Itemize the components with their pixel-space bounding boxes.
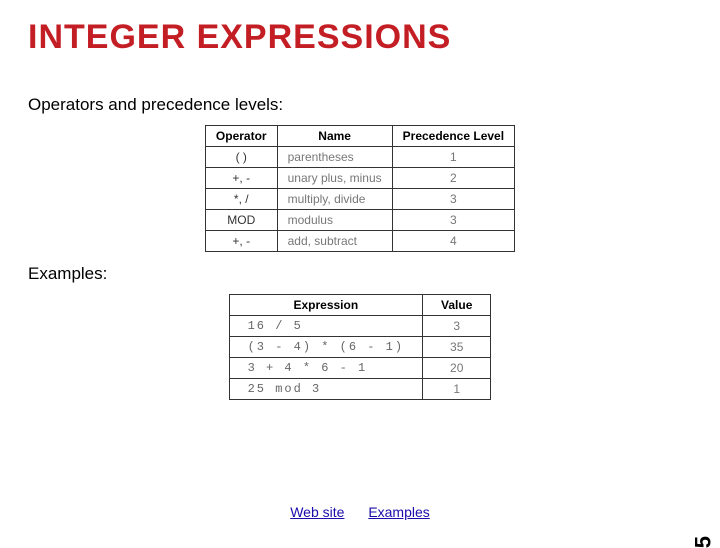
website-link[interactable]: Web site <box>290 504 344 520</box>
cell-value: 3 <box>423 316 491 337</box>
col-name: Name <box>277 126 392 147</box>
table-row: MOD modulus 3 <box>205 210 514 231</box>
cell-expression: (3 - 4) * (6 - 1) <box>229 337 422 358</box>
cell-name: unary plus, minus <box>277 168 392 189</box>
cell-expression: 25 mod 3 <box>229 379 422 400</box>
col-precedence: Precedence Level <box>392 126 514 147</box>
table-row: 16 / 5 3 <box>229 316 491 337</box>
table-row: 25 mod 3 1 <box>229 379 491 400</box>
cell-level: 4 <box>392 231 514 252</box>
table-row: *, / multiply, divide 3 <box>205 189 514 210</box>
cell-expression: 3 + 4 * 6 - 1 <box>229 358 422 379</box>
cell-expression: 16 / 5 <box>229 316 422 337</box>
cell-level: 3 <box>392 189 514 210</box>
table-row: 3 + 4 * 6 - 1 20 <box>229 358 491 379</box>
examples-table: Expression Value 16 / 5 3 (3 - 4) * (6 -… <box>229 294 492 400</box>
cell-operator: MOD <box>205 210 277 231</box>
cell-operator: ( ) <box>205 147 277 168</box>
cell-name: add, subtract <box>277 231 392 252</box>
table-row: Operator Name Precedence Level <box>205 126 514 147</box>
cell-operator: +, - <box>205 168 277 189</box>
cell-level: 1 <box>392 147 514 168</box>
examples-table-wrap: Expression Value 16 / 5 3 (3 - 4) * (6 -… <box>28 294 692 400</box>
table-row: +, - unary plus, minus 2 <box>205 168 514 189</box>
operators-heading: Operators and precedence levels: <box>28 95 692 115</box>
cell-value: 35 <box>423 337 491 358</box>
cell-level: 2 <box>392 168 514 189</box>
operator-table: Operator Name Precedence Level ( ) paren… <box>205 125 515 252</box>
page-number: 5 <box>690 536 716 548</box>
examples-heading: Examples: <box>28 264 692 284</box>
slide: INTEGER EXPRESSIONS Operators and preced… <box>0 0 720 540</box>
cell-name: parentheses <box>277 147 392 168</box>
table-row: (3 - 4) * (6 - 1) 35 <box>229 337 491 358</box>
col-expression: Expression <box>229 295 422 316</box>
cell-value: 1 <box>423 379 491 400</box>
col-operator: Operator <box>205 126 277 147</box>
table-row: Expression Value <box>229 295 491 316</box>
cell-operator: *, / <box>205 189 277 210</box>
cell-level: 3 <box>392 210 514 231</box>
cell-name: modulus <box>277 210 392 231</box>
col-value: Value <box>423 295 491 316</box>
table-row: +, - add, subtract 4 <box>205 231 514 252</box>
examples-link[interactable]: Examples <box>368 504 429 520</box>
cell-name: multiply, divide <box>277 189 392 210</box>
operator-table-wrap: Operator Name Precedence Level ( ) paren… <box>28 125 692 252</box>
page-title: INTEGER EXPRESSIONS <box>28 18 692 57</box>
footer-links: Web site Examples <box>0 504 720 520</box>
table-row: ( ) parentheses 1 <box>205 147 514 168</box>
cell-operator: +, - <box>205 231 277 252</box>
cell-value: 20 <box>423 358 491 379</box>
